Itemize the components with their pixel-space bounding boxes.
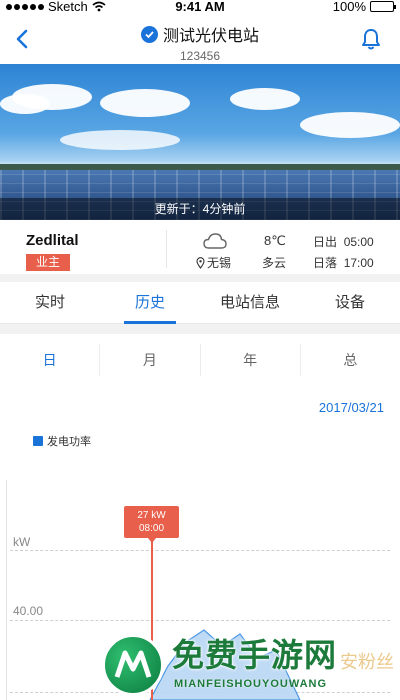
sunrise: 日出 05:00 bbox=[313, 233, 374, 250]
period-year[interactable]: 年 bbox=[199, 344, 300, 376]
period-day[interactable]: 日 bbox=[0, 344, 99, 376]
sunset-time: 17:00 bbox=[343, 256, 374, 270]
tab-history[interactable]: 历史 bbox=[100, 282, 200, 324]
cloud-icon bbox=[203, 233, 227, 249]
legend-swatch bbox=[33, 436, 43, 446]
selected-date[interactable]: 2017/03/21 bbox=[319, 400, 384, 415]
station-name: 测试光伏电站 bbox=[162, 28, 259, 45]
bell-icon[interactable] bbox=[360, 27, 382, 51]
nav-bar: 测试光伏电站 123456 bbox=[0, 14, 400, 64]
temperature: 8℃ bbox=[264, 233, 286, 248]
weather-condition: 多云 bbox=[262, 256, 287, 270]
chart-tooltip: 27 kW 08:00 bbox=[124, 506, 179, 543]
location-pin-icon bbox=[196, 256, 205, 269]
cloud bbox=[300, 112, 400, 138]
tab-station-info[interactable]: 电站信息 bbox=[200, 282, 300, 323]
tooltip-value: 27 kW bbox=[137, 510, 166, 521]
sunrise-time: 05:00 bbox=[343, 235, 374, 249]
watermark-logo-icon bbox=[102, 634, 164, 696]
tab-realtime[interactable]: 实时 bbox=[0, 282, 100, 323]
sunrise-label: 日出 bbox=[313, 235, 338, 249]
cloud bbox=[0, 94, 50, 114]
cloud bbox=[60, 130, 180, 150]
battery-icon bbox=[370, 1, 396, 12]
tooltip-time: 08:00 bbox=[138, 523, 165, 534]
battery-percent: 100% bbox=[332, 0, 366, 14]
nav-title-block: 测试光伏电站 123456 bbox=[0, 22, 400, 63]
update-time: 更新于：4分钟前 bbox=[0, 198, 400, 220]
owner-name: Zedlital bbox=[26, 232, 79, 249]
station-hero-image: 更新于：4分钟前 bbox=[0, 64, 400, 220]
period-selector: 日 月 年 总 bbox=[0, 344, 400, 376]
period-month[interactable]: 月 bbox=[99, 344, 199, 376]
verified-icon bbox=[140, 25, 158, 43]
legend-label: 发电功率 bbox=[47, 436, 91, 448]
sunset-label: 日落 bbox=[313, 256, 338, 270]
tab-devices[interactable]: 设备 bbox=[300, 282, 400, 323]
sunset: 日落 17:00 bbox=[313, 254, 374, 271]
station-id: 123456 bbox=[179, 49, 221, 63]
station-info-row: Zedlital 业主 无锡 8℃ 多云 日出 05:00 日落 17:00 bbox=[0, 220, 400, 282]
period-total[interactable]: 总 bbox=[299, 344, 400, 376]
station-title: 测试光伏电站 bbox=[140, 22, 259, 46]
cloud bbox=[100, 89, 190, 117]
location: 无锡 bbox=[196, 254, 231, 271]
chart-legend: 发电功率 bbox=[33, 433, 91, 449]
watermark: 免费手游网 MIANFEISHOUYOUWANG 安粉丝 bbox=[102, 620, 400, 698]
status-bar: Sketch 9:41 AM 100% bbox=[0, 0, 400, 14]
watermark-text: 免费手游网 bbox=[172, 636, 338, 674]
status-right: 100% bbox=[332, 0, 396, 14]
watermark-subtext: MIANFEISHOUYOUWANG bbox=[174, 678, 328, 690]
location-label: 无锡 bbox=[207, 256, 232, 270]
cloud bbox=[230, 88, 300, 110]
section-divider bbox=[0, 324, 400, 334]
watermark-right: 安粉丝 bbox=[340, 652, 394, 672]
owner-tag: 业主 bbox=[26, 254, 70, 271]
tab-bar: 实时 历史 电站信息 设备 bbox=[0, 282, 400, 324]
divider bbox=[166, 230, 167, 268]
